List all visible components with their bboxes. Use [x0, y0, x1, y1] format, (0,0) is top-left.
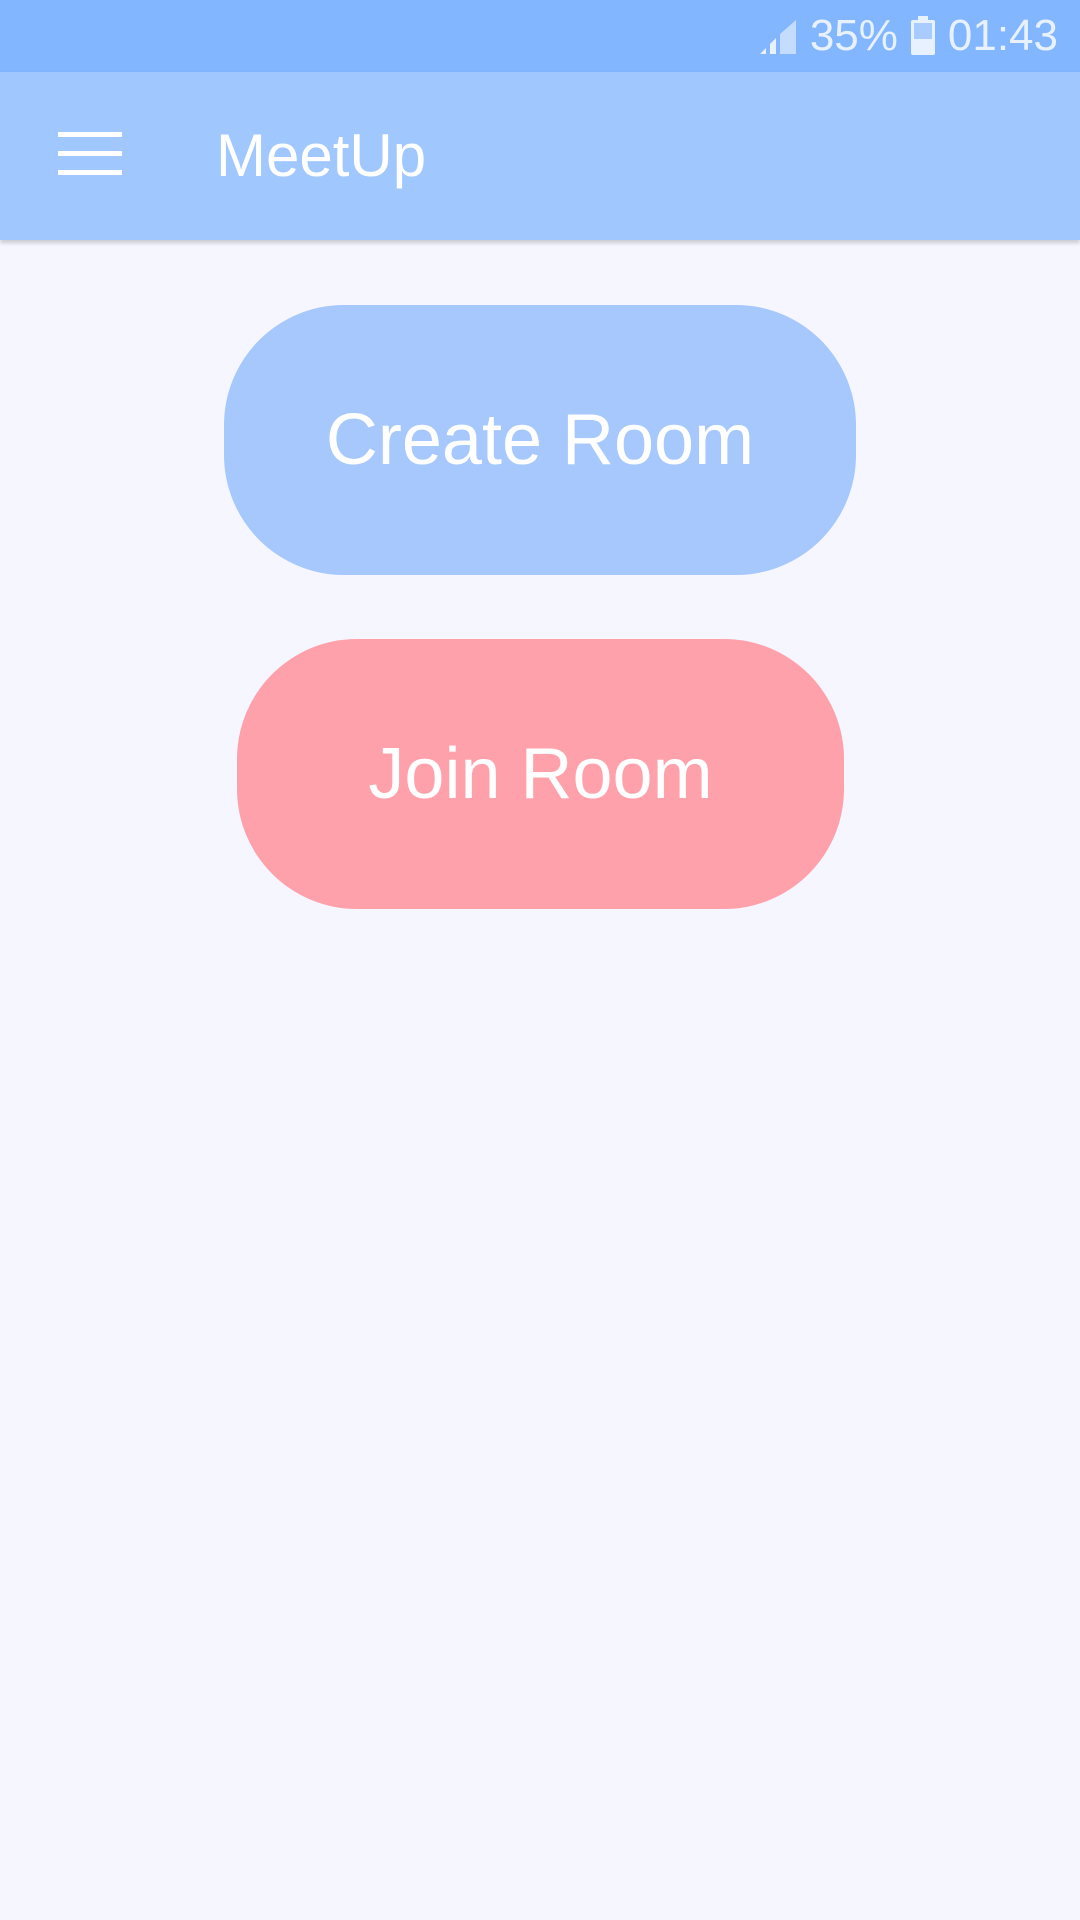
menu-button[interactable]: [40, 114, 140, 198]
signal-icon: [758, 16, 798, 56]
status-time: 01:43: [947, 11, 1058, 60]
join-room-button[interactable]: Join Room: [237, 639, 844, 909]
battery-percent: 35%: [809, 11, 898, 60]
battery-icon: [910, 16, 936, 56]
create-room-button[interactable]: Create Room: [224, 305, 856, 575]
app-bar: MeetUp: [0, 72, 1080, 240]
status-bar: 35% 01:43: [0, 0, 1080, 72]
status-indicators: 35% 01:43: [758, 0, 1058, 72]
hamburger-menu-icon: [58, 131, 122, 181]
app-title: MeetUp: [216, 122, 427, 189]
